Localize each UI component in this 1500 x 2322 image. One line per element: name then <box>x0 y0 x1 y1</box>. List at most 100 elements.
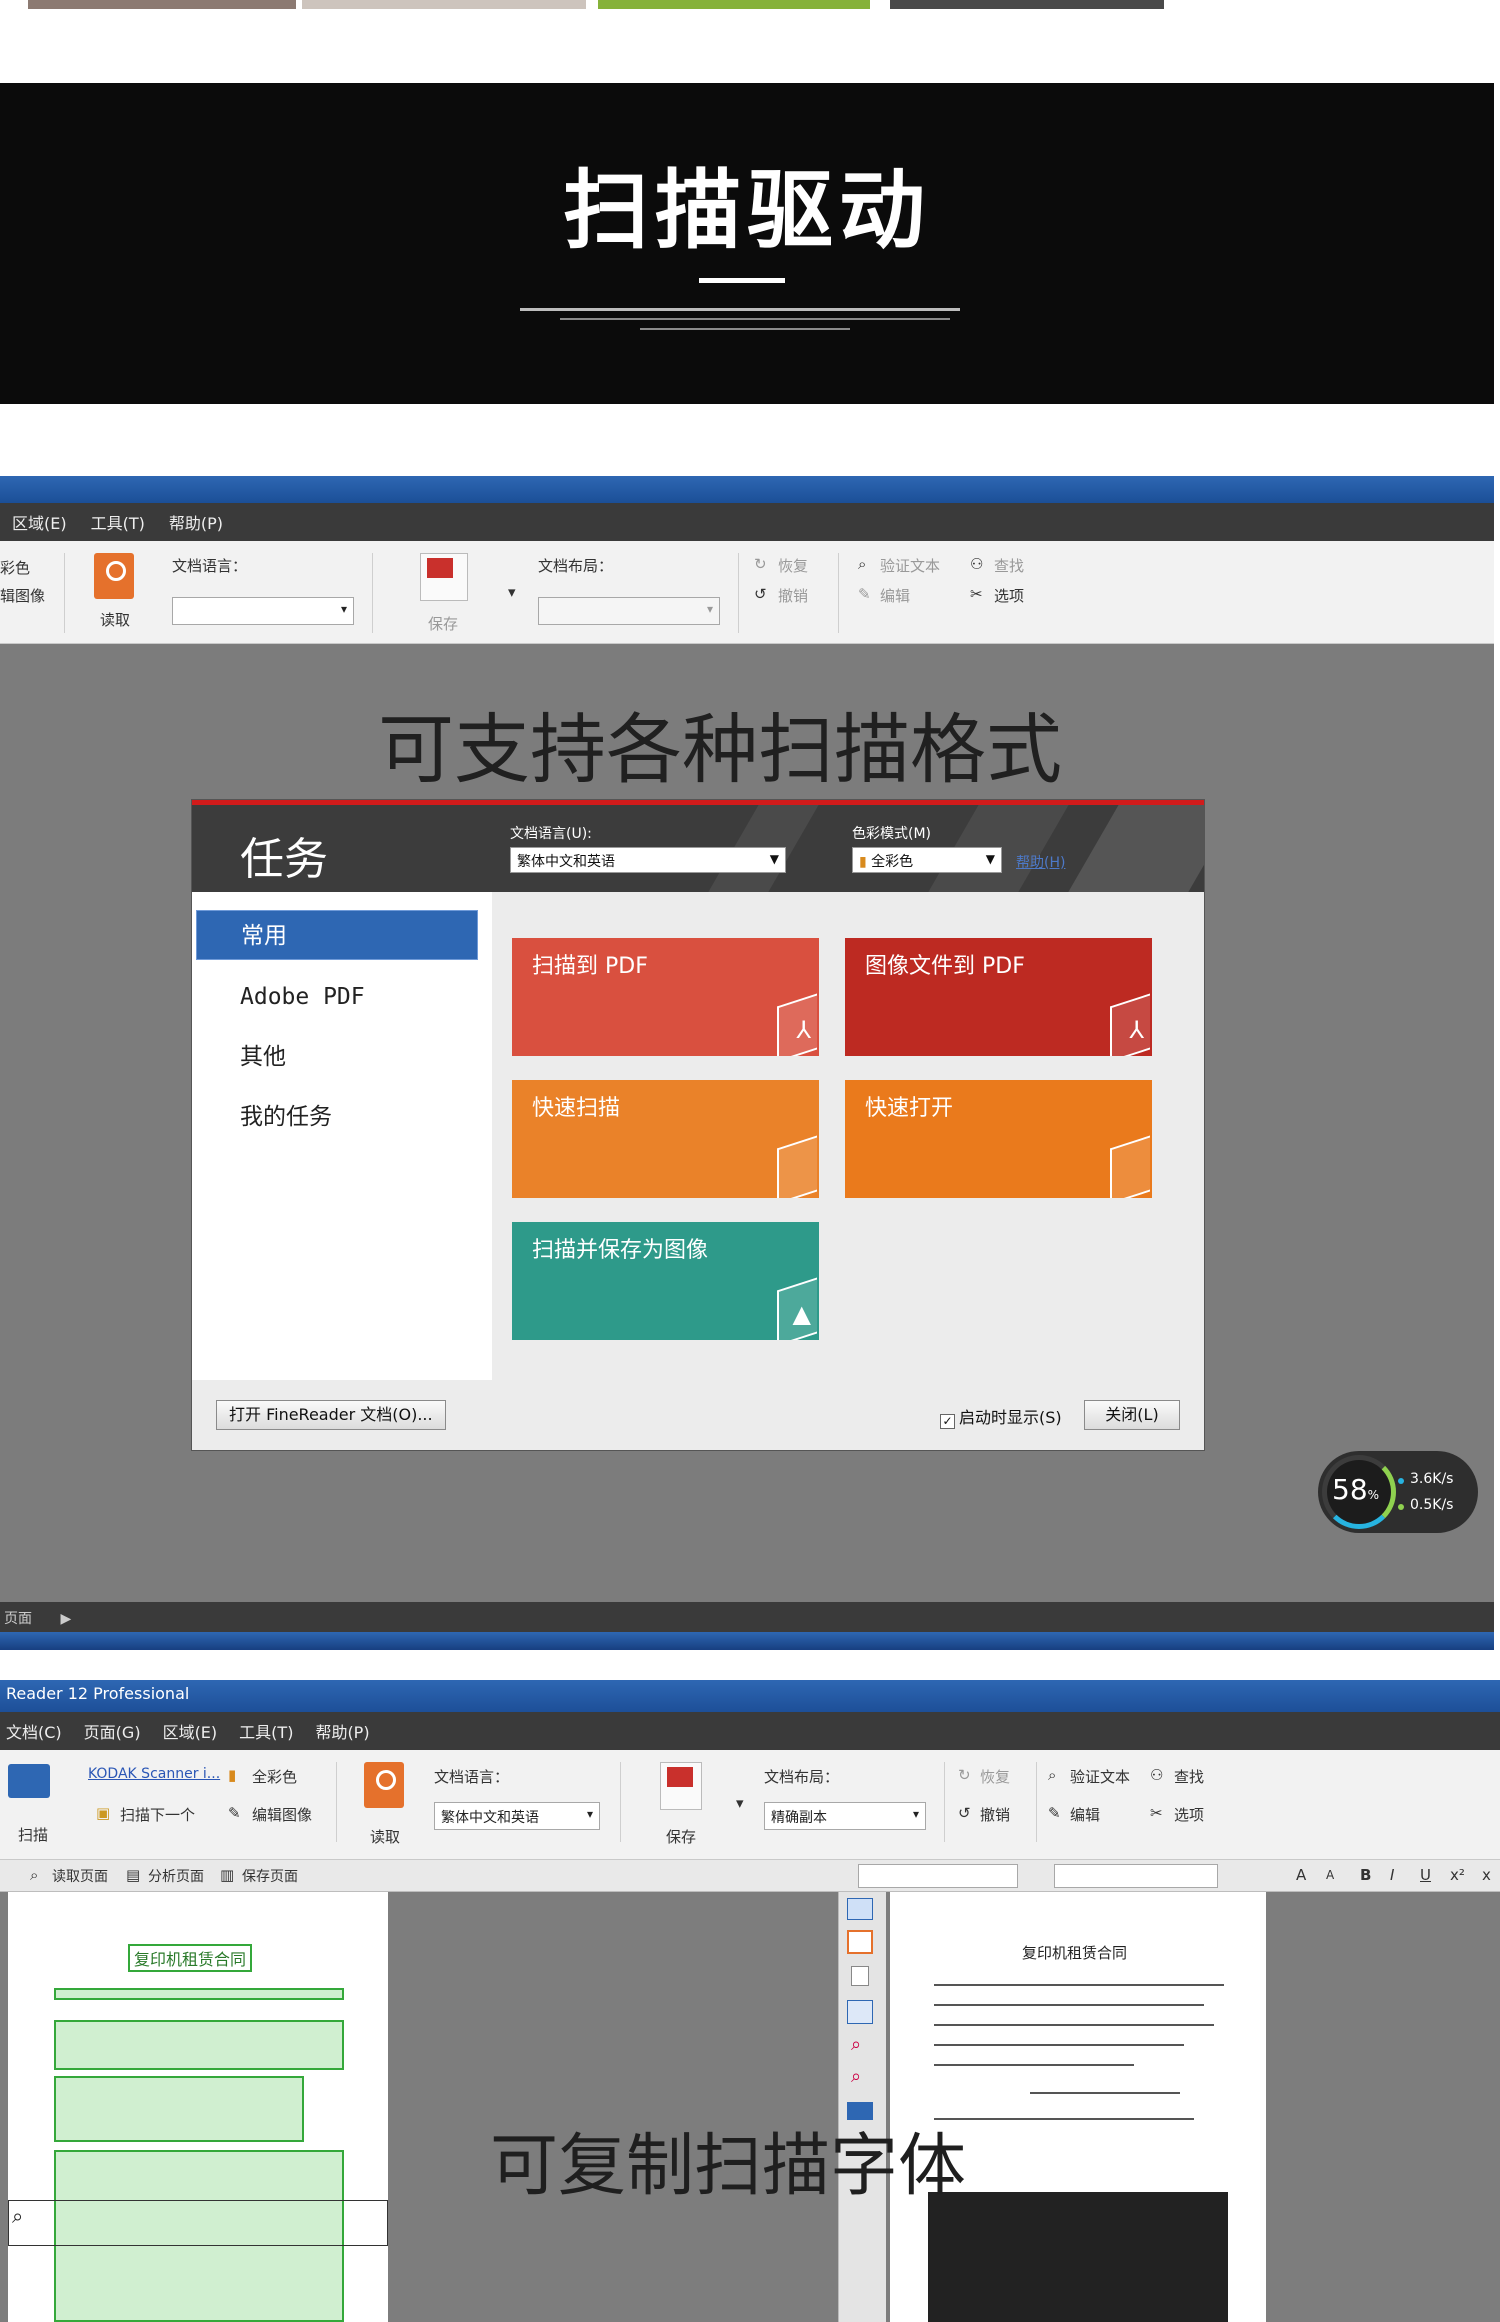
save-button-label[interactable]: 保存 <box>666 1826 696 1847</box>
undo-icon[interactable]: ↺ <box>958 1804 971 1822</box>
binoculars-icon[interactable]: ⚇ <box>970 555 983 573</box>
menu-item-region[interactable]: 区域(E) <box>163 1719 218 1743</box>
edit-icon[interactable]: ✎ <box>858 585 871 603</box>
undo-label[interactable]: 撤销 <box>980 1804 1010 1825</box>
save-pdf-icon[interactable] <box>660 1762 702 1810</box>
tile-scan-to-pdf[interactable]: 扫描到 PDF ⅄ <box>512 938 819 1056</box>
scan-next-label[interactable]: 扫描下一个 <box>120 1804 195 1825</box>
scanner-link[interactable]: KODAK Scanner i... <box>88 1766 220 1782</box>
recognized-text-page[interactable]: 复印机租赁合同 <box>890 1892 1266 2322</box>
shrink-font-button[interactable]: A <box>1326 1868 1334 1882</box>
read-icon[interactable] <box>364 1762 404 1808</box>
magnifier-icon[interactable]: ⌕ <box>12 2204 23 2228</box>
menu-item-help[interactable]: 帮助(P) <box>315 1719 369 1743</box>
italic-button[interactable]: I <box>1390 1866 1394 1884</box>
read-page-button[interactable]: 读取页面 <box>52 1866 108 1886</box>
save-button-label[interactable]: 保存 <box>428 613 458 634</box>
font-select[interactable] <box>1054 1864 1218 1888</box>
dialog-doc-language-select[interactable]: 繁体中文和英语 ▼ <box>510 847 786 873</box>
grow-font-button[interactable]: A <box>1296 1866 1306 1884</box>
doc-layout-select[interactable]: ▾ <box>538 597 720 625</box>
recognition-area[interactable] <box>54 1988 344 2000</box>
redo-label[interactable]: 恢复 <box>980 1766 1010 1787</box>
ocr-tool-icon[interactable] <box>847 2000 873 2024</box>
doc-language-select[interactable]: ▾ <box>172 597 354 625</box>
recognition-area[interactable] <box>54 2020 344 2070</box>
scan-next-icon[interactable]: ▣ <box>96 1804 110 1822</box>
menu-item-region[interactable]: 区域(E) <box>12 510 67 534</box>
binoculars-icon[interactable]: ⚇ <box>1150 1766 1163 1784</box>
show-at-startup-checkbox[interactable]: ✓ 启动时显示(S) <box>940 1404 1062 1429</box>
read-icon[interactable] <box>94 553 134 599</box>
nav-item-common[interactable]: 常用 <box>196 910 478 960</box>
save-page-icon[interactable]: ▥ <box>220 1866 234 1884</box>
subscript-button[interactable]: x <box>1482 1866 1491 1884</box>
redo-icon[interactable]: ↻ <box>754 555 767 573</box>
doc-language-select[interactable]: 繁体中文和英语 ▾ <box>434 1802 600 1830</box>
options-label[interactable]: 选项 <box>994 585 1024 606</box>
analyze-page-button[interactable]: 分析页面 <box>148 1866 204 1886</box>
analyze-page-icon[interactable]: ▤ <box>126 1866 140 1884</box>
text-area-tool-icon[interactable] <box>847 1930 873 1954</box>
scan-button-label[interactable]: 扫描 <box>18 1824 48 1845</box>
wrench-icon[interactable]: ✂ <box>970 585 983 603</box>
color-palette-icon[interactable]: ▮ <box>228 1766 236 1784</box>
undo-label[interactable]: 撤销 <box>778 585 808 606</box>
nav-item-other[interactable]: 其他 <box>196 1032 478 1082</box>
ribbon-edit-image-label[interactable]: 辑图像 <box>0 585 45 606</box>
underline-button[interactable]: U <box>1420 1866 1431 1884</box>
options-label[interactable]: 选项 <box>1174 1804 1204 1825</box>
tile-image-to-pdf[interactable]: 图像文件到 PDF ⅄ <box>845 938 1152 1056</box>
full-color-label[interactable]: 全彩色 <box>252 1766 297 1787</box>
edit-label[interactable]: 编辑 <box>1070 1804 1100 1825</box>
scanned-page-image[interactable]: 复印机租赁合同 ⌕ <box>8 1892 388 2322</box>
style-select[interactable] <box>858 1864 1018 1888</box>
tile-scan-save-image[interactable]: 扫描并保存为图像 ▲ <box>512 1222 819 1340</box>
find-label[interactable]: 查找 <box>994 555 1024 576</box>
menu-item-tools[interactable]: 工具(T) <box>91 510 145 534</box>
edit-icon[interactable]: ✎ <box>1048 1804 1061 1822</box>
save-pdf-icon[interactable] <box>420 553 468 601</box>
wrench-icon[interactable]: ✂ <box>1150 1804 1163 1822</box>
doc-layout-select[interactable]: 精确副本 ▾ <box>764 1802 926 1830</box>
menu-item-document[interactable]: 文档(C) <box>6 1719 62 1743</box>
zoom-out-icon[interactable]: ⌕ <box>851 2066 861 2087</box>
edit-label[interactable]: 编辑 <box>880 585 910 606</box>
superscript-button[interactable]: x² <box>1450 1866 1465 1884</box>
save-dropdown-icon[interactable]: ▾ <box>736 1794 744 1812</box>
redo-icon[interactable]: ↻ <box>958 1766 971 1784</box>
edit-image-icon[interactable]: ✎ <box>228 1804 241 1822</box>
color-mode-select[interactable]: ▮ 全彩色 ▼ <box>852 847 1002 873</box>
verify-text-label[interactable]: 验证文本 <box>880 555 940 576</box>
read-button-label[interactable]: 读取 <box>370 1826 400 1847</box>
verify-text-icon[interactable]: ⌕ <box>858 555 866 573</box>
undo-icon[interactable]: ↺ <box>754 585 767 603</box>
find-label[interactable]: 查找 <box>1174 1766 1204 1787</box>
bold-button[interactable]: B <box>1360 1866 1371 1884</box>
redo-label[interactable]: 恢复 <box>778 555 808 576</box>
verify-text-label[interactable]: 验证文本 <box>1070 1766 1130 1787</box>
network-speed-widget[interactable]: 58% 3.6K/s 0.5K/s <box>1318 1451 1478 1533</box>
read-page-icon[interactable]: ⌕ <box>30 1866 38 1884</box>
edit-image-label[interactable]: 编辑图像 <box>252 1804 312 1825</box>
picture-tool-icon[interactable] <box>851 1966 869 1986</box>
open-finereader-doc-button[interactable]: 打开 FineReader 文档(O)... <box>216 1400 446 1430</box>
scanner-icon[interactable] <box>8 1764 50 1798</box>
nav-item-adobe-pdf[interactable]: Adobe PDF <box>196 972 478 1022</box>
save-dropdown-icon[interactable]: ▾ <box>508 583 516 601</box>
help-link[interactable]: 帮助(H) <box>1016 852 1065 872</box>
close-button[interactable]: 关闭(L) <box>1084 1400 1180 1430</box>
save-page-button[interactable]: 保存页面 <box>242 1866 298 1886</box>
nav-item-my-tasks[interactable]: 我的任务 <box>196 1092 478 1142</box>
verify-text-icon[interactable]: ⌕ <box>1048 1766 1056 1784</box>
ribbon-color-label[interactable]: 彩色 <box>0 557 30 578</box>
play-icon[interactable]: ▶ <box>60 1611 71 1627</box>
menu-item-tools[interactable]: 工具(T) <box>239 1719 293 1743</box>
table-tool-icon[interactable] <box>847 1898 873 1920</box>
tile-quick-scan[interactable]: 快速扫描 <box>512 1080 819 1198</box>
zoom-in-icon[interactable]: ⌕ <box>851 2034 861 2055</box>
read-button-label[interactable]: 读取 <box>100 609 130 630</box>
tile-quick-open[interactable]: 快速打开 <box>845 1080 1152 1198</box>
selection-frame[interactable] <box>8 2200 388 2246</box>
menu-item-help[interactable]: 帮助(P) <box>169 510 223 534</box>
